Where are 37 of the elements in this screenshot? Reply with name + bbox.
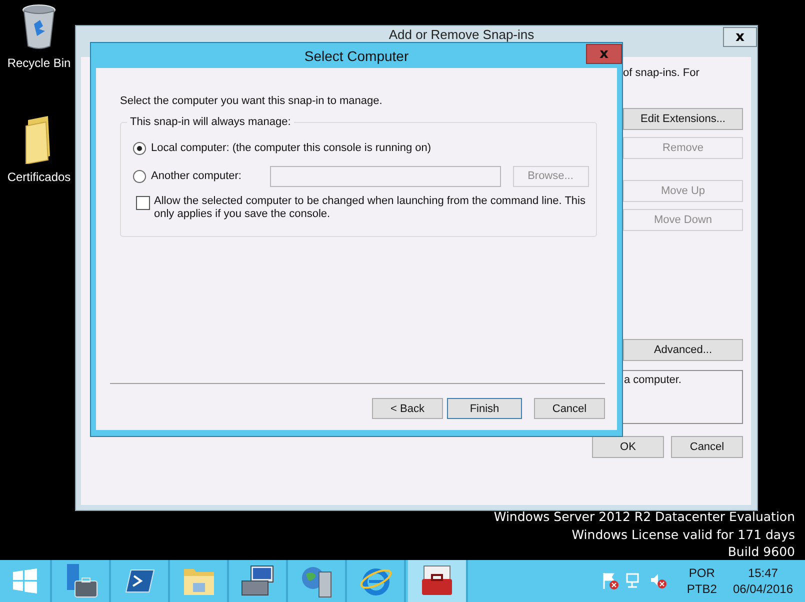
close-button[interactable]: x — [723, 27, 757, 47]
dialog-button[interactable]: OK — [592, 436, 664, 458]
taskbar-button[interactable] — [408, 560, 468, 602]
radio-button[interactable] — [133, 142, 146, 154]
group-label: This snap-in will always manage: — [127, 116, 294, 128]
speaker-muted-icon[interactable] — [648, 572, 667, 590]
checkbox-label[interactable]: Allow the selected computer to be changed when launching from the command line. This only applies if you save the console. — [154, 195, 594, 221]
watermark-text: Windows Server 2012 R2 Datacenter Evaluation — [494, 508, 795, 526]
close-button[interactable]: x — [586, 44, 622, 64]
language-indicator[interactable]: POR PTB2 — [686, 565, 717, 597]
side-button[interactable]: Edit Extensions... — [623, 108, 743, 130]
wizard-button[interactable]: < Back — [372, 398, 443, 419]
radio-label[interactable]: Local computer: (the computer this console is running on) — [151, 142, 432, 154]
dialog-button[interactable]: Cancel — [671, 436, 743, 458]
wizard-button[interactable]: Finish — [447, 398, 522, 419]
watermark-text: Build 9600 — [728, 543, 795, 560]
desktop-icon-label[interactable]: Recycle Bin — [7, 56, 71, 70]
radio-button[interactable] — [133, 170, 146, 182]
desktop-icon-label[interactable]: Certificados — [7, 170, 71, 184]
window-title: Add or Remove Snap-ins — [388, 27, 534, 42]
clock[interactable]: 15:47 06/04/2016 — [732, 565, 793, 597]
trash-can-icon[interactable] — [21, 4, 57, 50]
computer-tools-icon — [240, 565, 274, 597]
flag-error-icon[interactable] — [600, 572, 619, 590]
description-text: a computer. — [624, 374, 682, 386]
description-text: of snap-ins. For — [623, 67, 700, 79]
globe-server-icon — [300, 564, 334, 598]
terminal-icon — [124, 568, 154, 594]
toolbox-icon — [420, 565, 454, 597]
dialog-title: Select Computer — [304, 48, 409, 64]
watermark-text: Windows License valid for 171 days — [572, 526, 795, 543]
checkbox[interactable] — [136, 196, 150, 210]
windows-logo-icon — [12, 568, 38, 594]
side-button[interactable]: Advanced... — [623, 339, 743, 361]
radio-label[interactable]: Another computer: — [151, 170, 242, 182]
wizard-button[interactable]: Cancel — [534, 398, 605, 419]
instruction-text: Select the computer you want this snap-in to manage. — [120, 95, 384, 107]
